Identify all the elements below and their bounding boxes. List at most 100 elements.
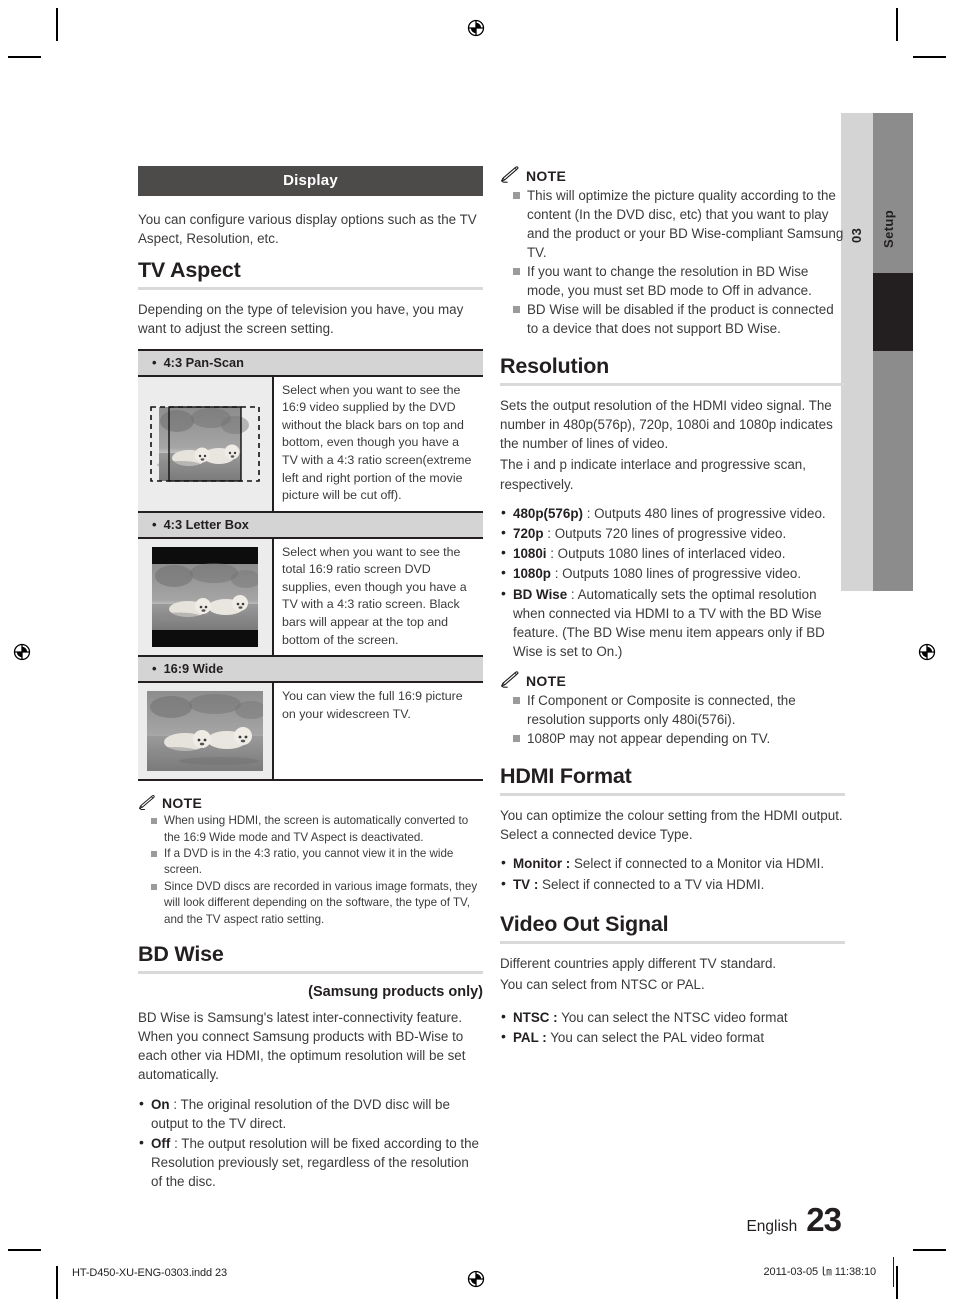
list-item: When using HDMI, the screen is automatic… (138, 813, 483, 846)
right-column: NOTE This will optimize the picture qual… (500, 166, 845, 1057)
resolution-intro-text-1: Sets the output resolution of the HDMI v… (500, 397, 833, 452)
left-column: Display You can configure various displa… (138, 166, 483, 1202)
option-description: : Outputs 1080 lines of interlaced video… (546, 546, 786, 562)
list-item: If you want to change the resolution in … (500, 262, 845, 300)
list-item: 1080i : Outputs 1080 lines of interlaced… (500, 543, 845, 563)
list-item: BD Wise will be disabled if the product … (500, 300, 845, 338)
tv-aspect-intro-text: Depending on the type of television you … (138, 302, 464, 337)
aspect-row-label: 4:3 Pan-Scan (138, 350, 483, 377)
bd-wise-option-list: On : The original resolution of the DVD … (138, 1094, 483, 1192)
aspect-row-description: Select when you want to see the total 16… (274, 538, 483, 656)
list-item: BD Wise : Automatically sets the optimal… (500, 584, 845, 662)
pencil-icon (501, 671, 519, 689)
pencil-icon (139, 795, 155, 811)
display-section-bar: Display (138, 166, 483, 196)
option-description: : Outputs 720 lines of progressive video… (543, 525, 787, 541)
option-term: TV : (513, 876, 539, 892)
aspect-thumbnail-cell (138, 683, 274, 780)
option-term: BD Wise (513, 586, 568, 602)
aspect-row-description: Select when you want to see the 16:9 vid… (274, 376, 483, 511)
aspect-row-description: You can view the full 16:9 picture on yo… (274, 683, 483, 780)
list-item: NTSC : You can select the NTSC video for… (500, 1007, 845, 1027)
list-item: PAL : You can select the PAL video forma… (500, 1027, 845, 1047)
bd-wise-heading: BD Wise (138, 942, 224, 967)
list-item: If a DVD is in the 4:3 ratio, you cannot… (138, 846, 483, 879)
option-term: Off (151, 1136, 171, 1152)
resolution-heading-rule (500, 382, 845, 386)
tv-aspect-heading: TV Aspect (138, 258, 241, 283)
list-item: If Component or Composite is connected, … (500, 691, 845, 729)
video-out-signal-heading: Video Out Signal (500, 911, 669, 936)
video-out-intro-text-1: Different countries apply different TV s… (500, 955, 777, 971)
list-item: This will optimize the picture quality a… (500, 186, 845, 262)
option-description: : Outputs 480 lines of progressive video… (582, 505, 826, 521)
option-description: : The output resolution will be fixed ac… (151, 1136, 480, 1190)
page-footer-number: English 23 (746, 1201, 842, 1239)
option-term: PAL : (513, 1030, 547, 1046)
display-intro-text: You can configure various display option… (138, 212, 477, 247)
aspect-row-label: 4:3 Letter Box (138, 512, 483, 539)
option-description: : Outputs 1080 lines of progressive vide… (550, 566, 802, 582)
option-term: 1080i (513, 546, 547, 562)
list-item: Off : The output resolution will be fixe… (138, 1133, 483, 1192)
footer-divider-rule (893, 1257, 894, 1287)
aspect-thumbnail-cell (138, 538, 274, 656)
note-header: NOTE (500, 166, 845, 183)
samsung-products-only-note: (Samsung products only) (308, 983, 483, 1000)
hdmi-format-heading-rule (500, 793, 845, 797)
hdmi-format-option-list: Monitor : Select if connected to a Monit… (500, 853, 845, 894)
video-out-signal-heading-rule (500, 940, 845, 944)
option-description: : The original resolution of the DVD dis… (151, 1096, 450, 1131)
option-description: Select if connected to a TV via HDMI. (538, 876, 765, 892)
table-row: Select when you want to see the 16:9 vid… (138, 376, 483, 513)
list-item: TV : Select if connected to a TV via HDM… (500, 874, 845, 894)
note-label: NOTE (162, 795, 203, 812)
pencil-icon (501, 166, 519, 183)
option-description: Select if connected to a Monitor via HDM… (570, 856, 825, 872)
tv-aspect-table: 4:3 Pan-Scan (138, 348, 483, 782)
hdmi-format-heading: HDMI Format (500, 764, 632, 789)
language-label: English (746, 1218, 798, 1235)
option-term: 480p(576p) (513, 505, 583, 521)
note-label: NOTE (526, 673, 567, 690)
footer-timestamp: 2011-03-05 ㏐ 11:38:10 (763, 1266, 877, 1278)
resolution-heading: Resolution (500, 354, 610, 378)
tv-aspect-note-list: When using HDMI, the screen is automatic… (138, 813, 483, 928)
list-item: 720p : Outputs 720 lines of progressive … (500, 523, 845, 543)
note-header: NOTE (138, 795, 483, 812)
option-term: NTSC : (513, 1010, 558, 1026)
list-item: 1080P may not appear depending on TV. (500, 729, 845, 748)
resolution-note-list: If Component or Composite is connected, … (500, 691, 845, 748)
video-out-option-list: NTSC : You can select the NTSC video for… (500, 1007, 845, 1047)
aspect-thumbnail-cell (138, 376, 274, 511)
option-description: You can select the PAL video format (546, 1030, 765, 1046)
page-number: 23 (806, 1201, 842, 1238)
table-row: You can view the full 16:9 picture on yo… (138, 683, 483, 782)
bd-wise-note-list: This will optimize the picture quality a… (500, 186, 845, 338)
bd-wise-heading-rule (138, 970, 483, 974)
note-label: NOTE (526, 168, 567, 184)
option-description: You can select the NTSC video format (557, 1010, 788, 1026)
bd-wise-intro-text: BD Wise is Samsung's latest inter-connec… (138, 1009, 466, 1083)
list-item: Monitor : Select if connected to a Monit… (500, 853, 845, 873)
list-item: 480p(576p) : Outputs 480 lines of progre… (500, 503, 845, 523)
resolution-intro-text-2: The i and p indicate interlace and progr… (500, 457, 806, 492)
tv-aspect-heading-rule (138, 287, 483, 291)
puppies-wide-thumbnail (147, 691, 263, 772)
option-term: 720p (513, 525, 544, 541)
puppies-letter-box-thumbnail (152, 546, 258, 647)
hdmi-format-intro-text: You can optimize the colour setting from… (500, 808, 843, 843)
option-term: Monitor : (513, 856, 571, 872)
video-out-intro-text-2: You can select from NTSC or PAL. (500, 976, 705, 992)
list-item: 1080p : Outputs 1080 lines of progressiv… (500, 563, 845, 583)
option-term: On (151, 1096, 170, 1112)
aspect-row-label: 16:9 Wide (138, 657, 483, 684)
puppies-pan-scan-thumbnail (149, 401, 261, 487)
footer-file-name: HT-D450-XU-ENG-0303.indd 23 (72, 1267, 228, 1279)
table-row: Select when you want to see the total 16… (138, 538, 483, 658)
list-item: Since DVD discs are recorded in various … (138, 879, 483, 928)
option-term: 1080p (513, 566, 551, 582)
resolution-option-list: 480p(576p) : Outputs 480 lines of progre… (500, 503, 845, 662)
note-header: NOTE (500, 671, 845, 688)
list-item: On : The original resolution of the DVD … (138, 1094, 483, 1133)
